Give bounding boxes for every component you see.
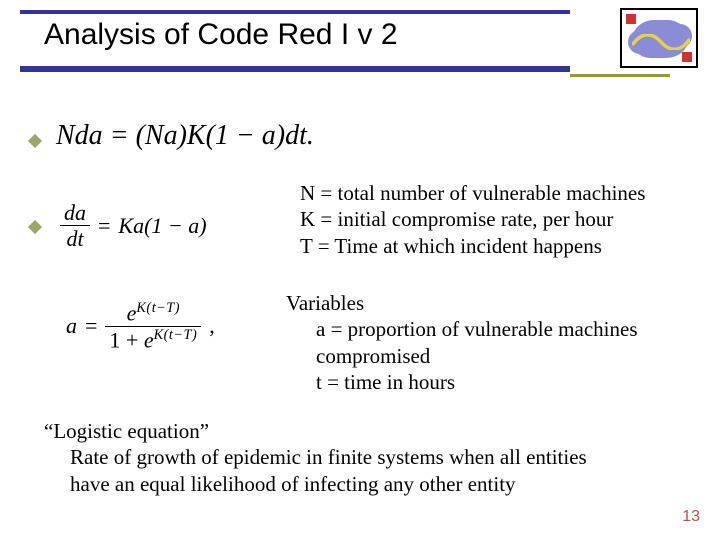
equation-nda: Nda = (Na)K(1 − a)dt.	[56, 120, 314, 152]
rule-under-title	[20, 66, 570, 72]
corner-icon	[620, 8, 698, 68]
constants-definitions: N = total number of vulnerable machines …	[300, 180, 710, 259]
slide-title: Analysis of Code Red I v 2	[44, 18, 398, 52]
fraction-logistic: eK(t−T) 1 + eK(t−T)	[105, 300, 201, 352]
e-base-den: e	[144, 327, 154, 352]
den-prefix: 1 +	[109, 327, 143, 352]
def-a-line2: compromised	[286, 343, 696, 369]
equation-dadT: da dt = Ka(1 − a)	[56, 200, 211, 252]
logistic-note-l1: “Logistic equation”	[44, 418, 684, 444]
logistic-note: “Logistic equation” Rate of growth of ep…	[44, 418, 684, 497]
frac-num: da	[60, 200, 90, 225]
def-N: N = total number of vulnerable machines	[300, 180, 710, 206]
rule-accent	[570, 74, 670, 77]
eq3-punct: ,	[209, 313, 215, 339]
logistic-num: eK(t−T)	[105, 300, 201, 326]
logistic-den: 1 + eK(t−T)	[105, 326, 201, 353]
page-number: 13	[682, 508, 700, 526]
cloud-icon	[632, 20, 688, 58]
eq2-rhs: Ka(1 − a)	[118, 213, 206, 239]
bullet-diamond-1	[28, 134, 42, 148]
variables-heading: Variables	[286, 290, 696, 316]
corner-square-br	[682, 52, 692, 62]
corner-square-tl	[626, 14, 636, 24]
equation-logistic-solution: a = eK(t−T) 1 + eK(t−T) ,	[62, 300, 219, 352]
e-exp-num: K(t−T)	[136, 300, 180, 316]
logistic-note-l2: Rate of growth of epidemic in finite sys…	[44, 444, 684, 470]
def-a-line1: a = proportion of vulnerable machines	[286, 316, 696, 342]
e-exp-den: K(t−T)	[154, 327, 198, 343]
def-T: T = Time at which incident happens	[300, 233, 710, 259]
slide: Analysis of Code Red I v 2 Nda = (Na)K(1…	[0, 0, 720, 540]
bullet-diamond-2	[28, 220, 42, 234]
logistic-note-l3: have an equal likelihood of infecting an…	[44, 471, 684, 497]
def-t: t = time in hours	[286, 369, 696, 395]
rule-top	[20, 10, 570, 14]
e-base-num: e	[127, 300, 137, 325]
variables-definitions: Variables a = proportion of vulnerable m…	[286, 290, 696, 395]
fraction-dadT: da dt	[60, 200, 90, 252]
equation-nda-text: Nda = (Na)K(1 − a)dt.	[56, 120, 314, 151]
def-K: K = initial compromise rate, per hour	[300, 206, 710, 232]
frac-den: dt	[60, 225, 90, 251]
eq3-lhs: a	[66, 313, 77, 339]
